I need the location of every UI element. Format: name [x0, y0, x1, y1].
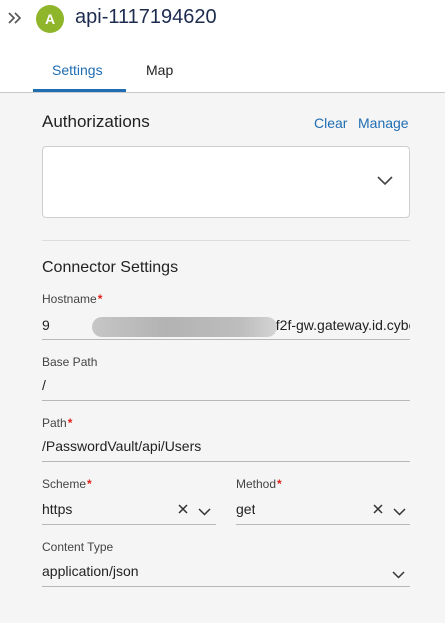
scheme-select[interactable]: Scheme* https — [42, 477, 216, 525]
scheme-value: https — [42, 501, 73, 517]
authorizations-heading: Authorizations — [42, 112, 150, 131]
method-select[interactable]: Method* get — [236, 477, 410, 525]
hostname-value-end: 3f2f-gw.gateway.id.cybe — [268, 317, 410, 333]
method-underline — [236, 524, 410, 525]
settings-panel: Authorizations Clear Manage Connector Se… — [0, 93, 445, 623]
clear-link[interactable]: Clear — [314, 115, 347, 131]
hostname-underline — [42, 339, 410, 340]
hostname-label: Hostname* — [42, 292, 103, 306]
scheme-underline — [42, 524, 216, 525]
path-field[interactable]: Path* /PasswordVault/api/Users — [42, 416, 410, 462]
active-tab-indicator — [33, 89, 126, 92]
chevron-down-icon[interactable] — [198, 504, 211, 519]
close-icon[interactable] — [178, 502, 188, 517]
tab-map[interactable]: Map — [146, 62, 173, 78]
redacted-mask — [92, 317, 277, 337]
header: A api-1117194620 — [0, 0, 445, 40]
chevron-down-icon[interactable] — [393, 504, 406, 519]
hostname-value-start: 9 — [42, 317, 50, 333]
tab-settings[interactable]: Settings — [52, 62, 103, 78]
tab-bar: Settings Map — [0, 52, 445, 93]
content-type-underline — [42, 586, 410, 587]
base-path-label: Base Path — [42, 355, 98, 369]
avatar: A — [36, 5, 64, 33]
connector-settings-heading: Connector Settings — [42, 259, 179, 276]
method-label: Method* — [236, 477, 282, 491]
double-chevron-right-icon[interactable] — [6, 9, 24, 27]
path-underline — [42, 461, 410, 462]
content-type-value: application/json — [42, 563, 139, 579]
chevron-down-icon — [377, 173, 393, 191]
close-icon[interactable] — [373, 502, 383, 517]
authorizations-select[interactable] — [42, 146, 410, 218]
page-title: api-1117194620 — [75, 6, 217, 28]
hostname-field[interactable]: Hostname* 9 3f2f-gw.gateway.id.cybe — [42, 292, 410, 340]
chevron-down-icon[interactable] — [392, 567, 405, 582]
path-value: /PasswordVault/api/Users — [42, 438, 202, 454]
scheme-label: Scheme* — [42, 477, 92, 491]
base-path-value: / — [42, 377, 46, 393]
base-path-field[interactable]: Base Path / — [42, 355, 410, 401]
manage-link[interactable]: Manage — [358, 115, 409, 131]
content-type-select[interactable]: Content Type application/json — [42, 540, 410, 587]
base-path-underline — [42, 400, 410, 401]
path-label: Path* — [42, 416, 73, 430]
content-type-label: Content Type — [42, 540, 114, 554]
method-value: get — [236, 501, 256, 517]
divider — [42, 240, 410, 241]
